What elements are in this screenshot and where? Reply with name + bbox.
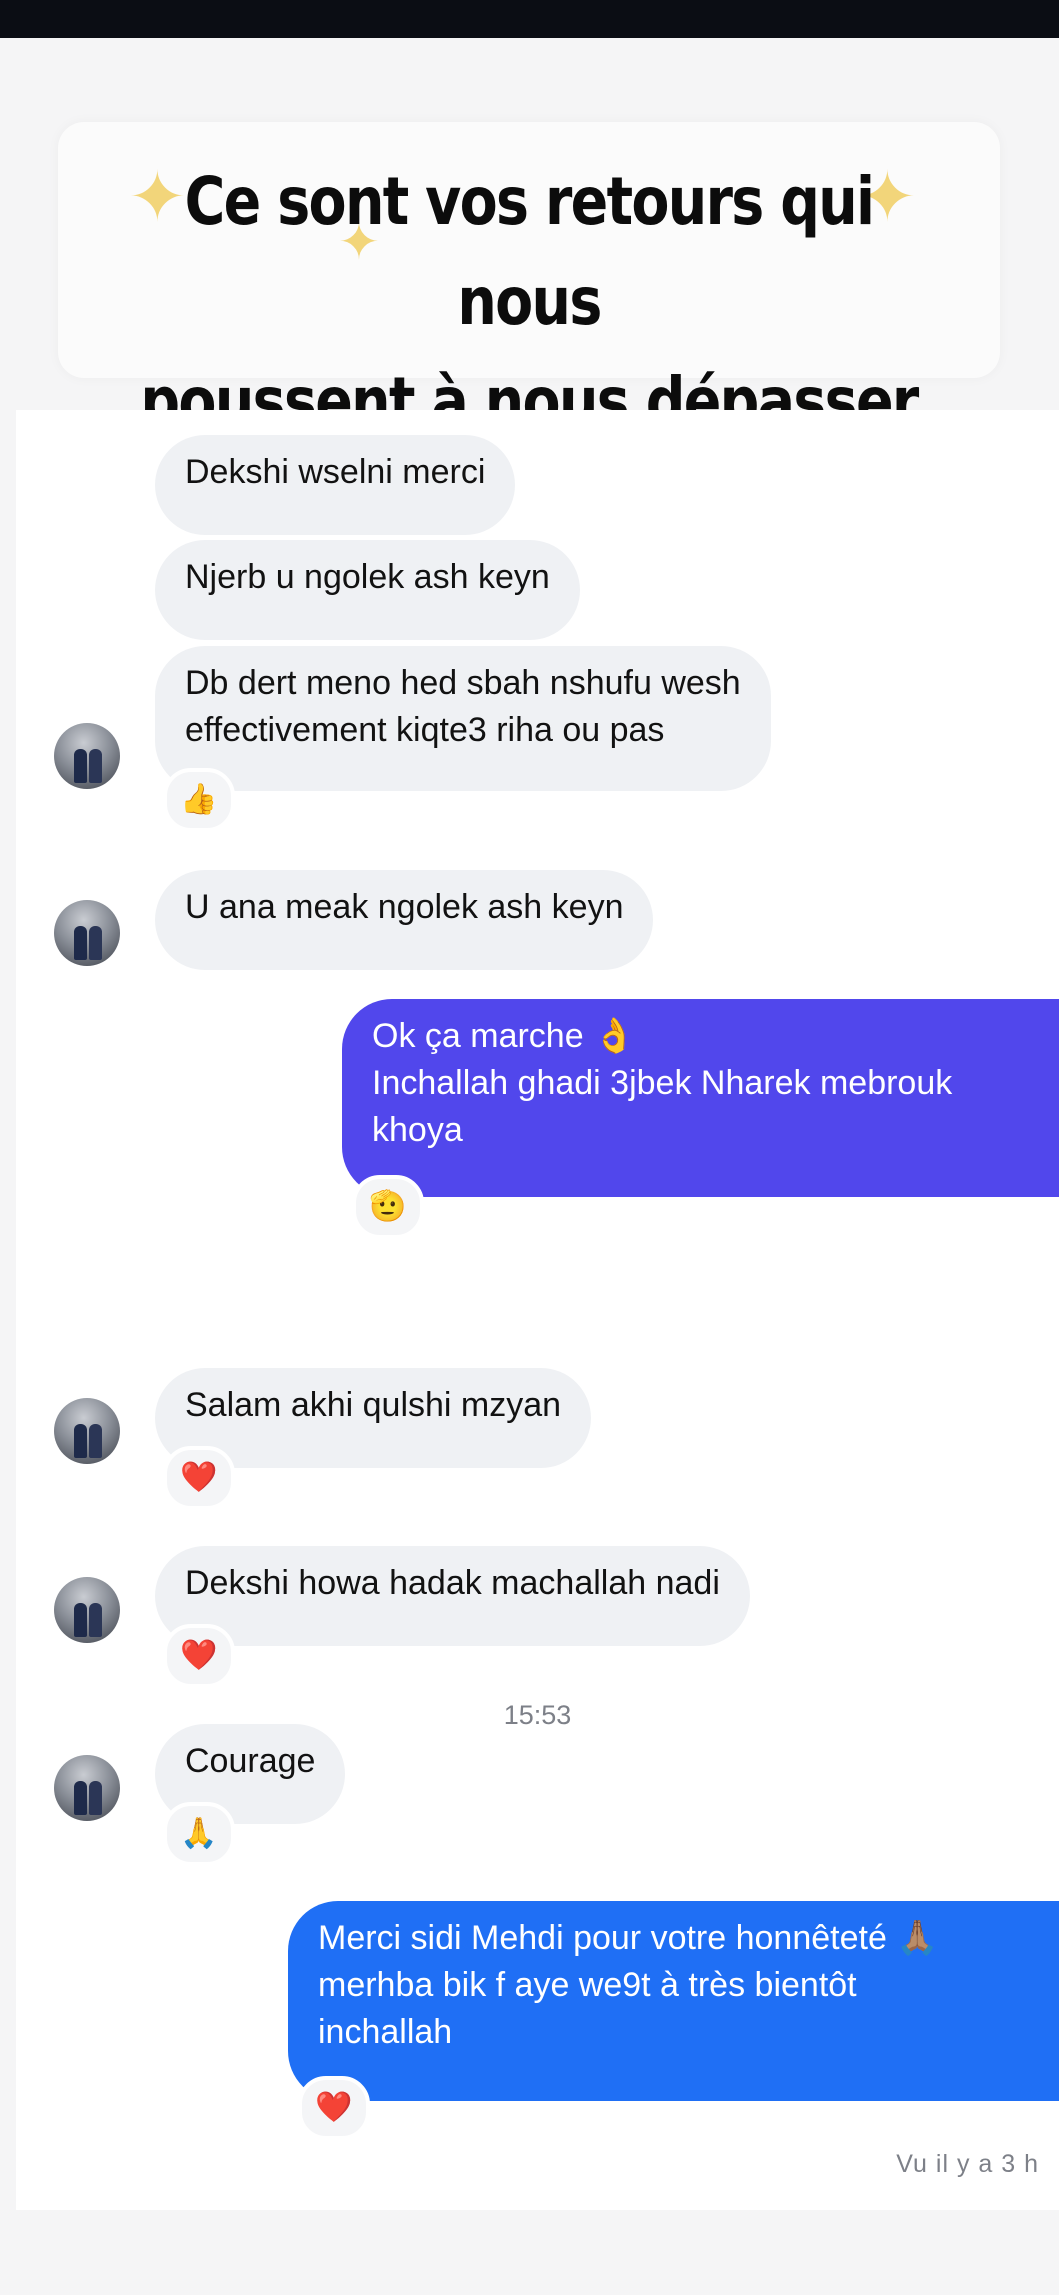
message-text: Courage: [185, 1742, 316, 1780]
reaction-pray-icon[interactable]: 🙏: [163, 1802, 235, 1866]
incoming-message[interactable]: Dekshi wselni merci: [155, 435, 516, 535]
outgoing-message[interactable]: Merci sidi Mehdi pour votre honnêteté 🙏🏽…: [288, 1901, 1059, 2101]
incoming-message[interactable]: Db dert meno hed sbah nshufu wesh effect…: [155, 646, 771, 791]
message-text-line-2: merhba bik f aye we9t à très bientôt: [318, 1966, 857, 2004]
outgoing-message[interactable]: Ok ça marche 👌 Inchallah ghadi 3jbek Nha…: [342, 999, 1059, 1197]
contact-avatar[interactable]: [54, 900, 120, 966]
contact-avatar[interactable]: [54, 1577, 120, 1643]
message-text-line-1: Db dert meno hed sbah nshufu wesh: [185, 664, 741, 702]
message-text-line-2: Inchallah ghadi 3jbek Nharek mebrouk: [372, 1064, 953, 1102]
testimonial-banner: ✦ ✦ ✦ Ce sont vos retours qui nous pouss…: [58, 122, 1000, 540]
message-text-line-1: Ok ça marche 👌: [372, 1017, 636, 1055]
message-text: U ana meak ngolek ash keyn: [185, 888, 624, 926]
reaction-heart-icon[interactable]: ❤️: [298, 2076, 370, 2140]
banner-line-1: Ce sont vos retours qui nous: [184, 163, 875, 340]
incoming-message[interactable]: Njerb u ngolek ash keyn: [155, 540, 580, 640]
contact-avatar[interactable]: [54, 723, 120, 789]
message-text: Salam akhi qulshi mzyan: [185, 1386, 562, 1424]
incoming-message[interactable]: U ana meak ngolek ash keyn: [155, 870, 654, 970]
message-text-line-2: effectivement kiqte3 riha ou pas: [185, 711, 665, 749]
message-text: Dekshi howa hadak machallah nadi: [185, 1564, 720, 1602]
message-timestamp: 15:53: [503, 1700, 572, 1730]
incoming-message[interactable]: Dekshi howa hadak machallah nadi: [155, 1546, 750, 1646]
status-bar: [0, 0, 1059, 38]
conversation-thread[interactable]: Dekshi wselni merci Njerb u ngolek ash k…: [16, 410, 1059, 2210]
reaction-heart-icon[interactable]: ❤️: [163, 1624, 235, 1688]
contact-avatar[interactable]: [54, 1755, 120, 1821]
seen-status: Vu il y a 3 h: [896, 2150, 1039, 2178]
reaction-heart-icon[interactable]: ❤️: [163, 1446, 235, 1510]
message-text: Njerb u ngolek ash keyn: [185, 558, 550, 596]
message-text-line-3: inchallah: [318, 2013, 453, 2051]
message-text: Dekshi wselni merci: [185, 453, 486, 491]
contact-avatar[interactable]: [54, 1398, 120, 1464]
reaction-thumbs-up-icon[interactable]: 👍: [163, 768, 235, 832]
reaction-salute-icon[interactable]: 🫡: [352, 1175, 424, 1239]
message-text-line-3: khoya: [372, 1111, 463, 1149]
message-text-line-1: Merci sidi Mehdi pour votre honnêteté 🙏🏽: [318, 1919, 939, 1957]
